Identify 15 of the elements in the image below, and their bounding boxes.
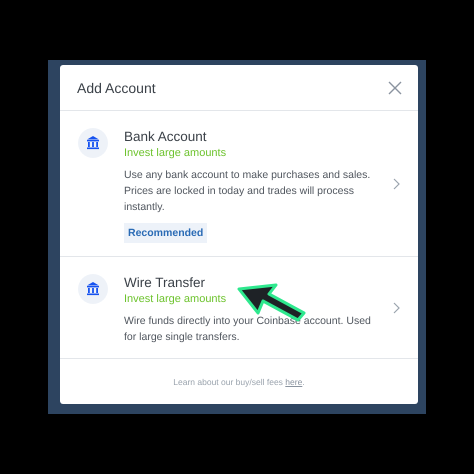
account-option[interactable]: Bank Account Invest large amounts Use any bank account to make purchases and sales. Prices are locked in today and trades will process instantly. Recommended <box>60 111 418 257</box>
chevron-icon <box>393 302 400 314</box>
bank-icon <box>78 128 108 158</box>
option-description: Wire funds directly into your Coinbase account. Used for large single transfers. <box>124 314 372 345</box>
bank-icon <box>78 274 108 304</box>
dialog-title: Add Account <box>77 80 156 96</box>
recommended-badge: Recommended <box>124 223 208 243</box>
fees-note: Learn about our buy/sell fees here. <box>173 376 305 386</box>
option-title: Bank Account <box>124 128 207 145</box>
option-subtitle: Invest large amounts <box>124 146 226 161</box>
option-title: Wire Transfer <box>124 274 206 291</box>
chevron-icon <box>393 178 400 190</box>
close-icon[interactable] <box>388 80 402 94</box>
option-description: Use any bank account to make purchases and sales. Prices are locked in today and trades will process instantly. <box>124 168 372 215</box>
option-subtitle: Invest large amounts <box>124 292 226 307</box>
